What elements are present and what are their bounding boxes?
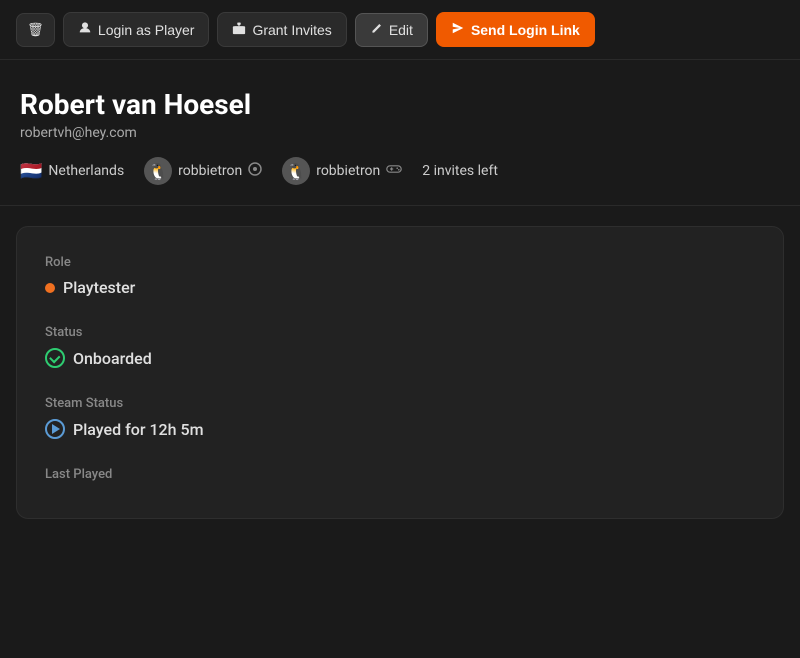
status-value: Onboarded bbox=[45, 348, 755, 368]
platform1-avatar: 🐧 bbox=[144, 157, 172, 185]
profile-section: Robert van Hoesel robertvh@hey.com 🇳🇱 Ne… bbox=[0, 60, 800, 206]
details-card: Role Playtester Status Onboarded Steam S… bbox=[16, 226, 784, 519]
steam-status-label: Steam Status bbox=[45, 396, 755, 411]
send-login-link-button[interactable]: Send Login Link bbox=[436, 12, 595, 47]
country-name: Netherlands bbox=[48, 163, 124, 179]
platform2-item: 🐧 robbietron bbox=[282, 157, 402, 185]
grant-invites-label: Grant Invites bbox=[252, 22, 331, 38]
platform2-username: robbietron bbox=[316, 163, 380, 179]
status-value-text: Onboarded bbox=[73, 349, 152, 368]
edit-button[interactable]: Edit bbox=[355, 13, 428, 47]
login-as-player-label: Login as Player bbox=[98, 22, 195, 38]
platform1-username: robbietron bbox=[178, 163, 242, 179]
profile-meta: 🇳🇱 Netherlands 🐧 robbietron 🐧 robbietron bbox=[20, 157, 780, 185]
invites-item: 2 invites left bbox=[422, 163, 498, 179]
platform1-badge-icon bbox=[248, 162, 262, 180]
user-icon bbox=[78, 21, 92, 38]
status-label: Status bbox=[45, 325, 755, 340]
toolbar: 🗑 Login as Player Grant Invites Edit bbox=[0, 0, 800, 60]
grant-invites-button[interactable]: Grant Invites bbox=[217, 12, 346, 47]
role-label: Role bbox=[45, 255, 755, 270]
steam-play-icon bbox=[45, 419, 65, 439]
platform2-badge-icon bbox=[386, 163, 402, 179]
edit-label: Edit bbox=[389, 22, 413, 38]
role-value-text: Playtester bbox=[63, 278, 135, 297]
gift-icon bbox=[232, 21, 246, 38]
last-played-field: Last Played bbox=[45, 467, 755, 490]
send-login-link-label: Send Login Link bbox=[471, 22, 580, 38]
status-check-icon bbox=[45, 348, 65, 368]
profile-email: robertvh@hey.com bbox=[20, 125, 780, 141]
invites-left-text: 2 invites left bbox=[422, 163, 498, 179]
platform1-item: 🐧 robbietron bbox=[144, 157, 262, 185]
status-field: Status Onboarded bbox=[45, 325, 755, 368]
send-icon bbox=[451, 21, 465, 38]
profile-name: Robert van Hoesel bbox=[20, 88, 780, 121]
country-item: 🇳🇱 Netherlands bbox=[20, 161, 124, 182]
role-field: Role Playtester bbox=[45, 255, 755, 297]
pencil-icon bbox=[370, 22, 383, 38]
trash-icon: 🗑 bbox=[27, 22, 44, 38]
login-as-player-button[interactable]: Login as Player bbox=[63, 12, 210, 47]
steam-status-field: Steam Status Played for 12h 5m bbox=[45, 396, 755, 439]
last-played-label: Last Played bbox=[45, 467, 755, 482]
platform2-avatar: 🐧 bbox=[282, 157, 310, 185]
country-flag: 🇳🇱 bbox=[20, 161, 42, 182]
steam-status-value: Played for 12h 5m bbox=[45, 419, 755, 439]
role-indicator bbox=[45, 283, 55, 293]
delete-button[interactable]: 🗑 bbox=[16, 13, 55, 47]
steam-status-value-text: Played for 12h 5m bbox=[73, 420, 204, 439]
role-value: Playtester bbox=[45, 278, 755, 297]
